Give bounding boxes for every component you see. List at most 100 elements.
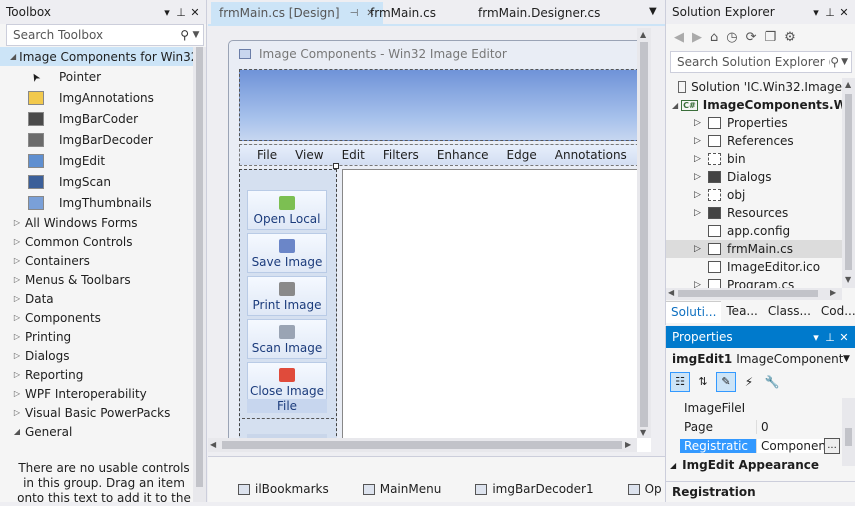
property-row[interactable]: Page 0 (666, 417, 842, 436)
toolbox-item[interactable]: ImgBarDecoder (0, 129, 193, 150)
toolbox-group[interactable]: ▷ Reporting (0, 365, 193, 384)
forward-icon[interactable]: ▶ (692, 30, 702, 45)
toolbox-group[interactable]: ▷ Visual Basic PowerPacks (0, 403, 193, 422)
toolbox-group[interactable]: ▷ WPF Interoperability (0, 384, 193, 403)
solution-item[interactable]: ▷ Dialogs (666, 168, 842, 186)
chevron-down-icon[interactable]: ▼ (649, 6, 657, 17)
properties-scrollbar[interactable] (842, 398, 855, 466)
dropdown-icon[interactable]: ▾ (809, 331, 823, 344)
home-icon[interactable]: ⌂ (710, 30, 718, 45)
toolbox-item[interactable]: ImgAnnotations (0, 87, 193, 108)
pin-icon[interactable]: ⊣ (350, 8, 359, 19)
toolbox-item[interactable]: ImgScan (0, 171, 193, 192)
solution-scrollbar[interactable]: ▲ ▼ (842, 78, 855, 288)
tab-frmmain-designer-cs[interactable]: frmMain.Designer.cs (470, 2, 608, 24)
toolbox-search-input[interactable]: Search Toolbox ⚲ ▼ (6, 24, 204, 46)
toolbox-group[interactable]: ▷ Dialogs (0, 346, 193, 365)
toolbox-scrollbar[interactable] (193, 47, 206, 502)
chevron-down-icon[interactable]: ▼ (841, 57, 848, 67)
toolbox-group[interactable]: ▷ Data (0, 289, 193, 308)
properties-icon[interactable]: ✎ (716, 372, 736, 392)
tab-solution-bottom[interactable]: Tea... (721, 301, 762, 323)
categorized-icon[interactable]: ☷ (670, 372, 690, 392)
scroll-up-icon[interactable]: ▲ (640, 30, 646, 39)
solution-item[interactable]: ▷ References (666, 132, 842, 150)
scroll-right-icon[interactable]: ▶ (625, 440, 631, 449)
form-menu-item[interactable]: Enhance (428, 148, 498, 162)
chevron-down-icon[interactable]: ▼ (189, 30, 203, 40)
dropdown-icon[interactable]: ▾ (160, 6, 174, 19)
toolbox-item[interactable]: ImgBarCoder (0, 108, 193, 129)
project-node[interactable]: ◢ C# ImageComponents.W (666, 96, 842, 114)
toolbox-group-expanded[interactable]: ◢ Image Components for Win32 (0, 47, 198, 66)
toolbox-group[interactable]: ▷ Containers (0, 251, 193, 270)
toolbox-group[interactable]: ▷ Printing (0, 327, 193, 346)
toolbox-item[interactable]: ImgEdit (0, 150, 193, 171)
form-menu-item[interactable]: Edge (498, 148, 546, 162)
properties-object-selector[interactable]: imgEdit1 ImageComponents.' ▼ (666, 348, 855, 370)
pin-icon[interactable]: ⊥ (174, 6, 188, 19)
tray-component[interactable]: Op (627, 482, 662, 496)
toolbox-group[interactable]: ▷ Components (0, 308, 193, 327)
toolbox-group[interactable]: ▷ Common Controls (0, 232, 193, 251)
events-icon[interactable]: ⚡ (739, 372, 759, 392)
tray-component[interactable]: MainMenu (362, 482, 441, 496)
solution-item[interactable]: ▷ Program.cs (666, 276, 842, 288)
form-menu-item[interactable]: View (286, 148, 332, 162)
side-button[interactable]: Open Local (247, 190, 327, 230)
close-icon[interactable]: ✕ (837, 6, 851, 19)
settings-icon[interactable]: ⚙ (784, 30, 796, 45)
property-pages-icon[interactable]: 🔧 (762, 372, 782, 392)
toolbox-item[interactable]: ➤ Pointer (0, 66, 193, 87)
close-icon[interactable]: ✕ (837, 331, 851, 344)
form-menu-item[interactable]: Annotations (546, 148, 636, 162)
design-scrollbar-vertical[interactable]: ▲ ▼ (637, 28, 651, 438)
img-edit-control[interactable] (342, 169, 651, 452)
pin-icon[interactable]: ⊥ (823, 6, 837, 19)
side-button[interactable]: Close Image (247, 362, 327, 402)
solution-item[interactable]: ▷ obj (666, 186, 842, 204)
solution-scrollbar-horizontal[interactable]: ◀ ▶ (666, 288, 842, 300)
tab-solution-bottom[interactable]: Soluti... (666, 301, 722, 323)
tab-frmmain-code[interactable]: frmMain.cs (362, 2, 444, 24)
chevron-down-icon[interactable]: ▼ (843, 354, 855, 364)
tray-component[interactable]: imgBarDecoder1 (475, 482, 594, 496)
ellipsis-button[interactable]: ... (824, 437, 840, 454)
toolbox-item[interactable]: ImgThumbnails (0, 192, 193, 213)
back-icon[interactable]: ◀ (674, 30, 684, 45)
alphabetical-icon[interactable]: ⇅ (693, 372, 713, 392)
solution-item[interactable]: ▷ Resources (666, 204, 842, 222)
solution-item[interactable]: ▷ bin (666, 150, 842, 168)
dropdown-icon[interactable]: ▾ (809, 6, 823, 19)
property-row[interactable]: ImageFileI (666, 398, 842, 417)
solution-item[interactable]: ImageEditor.ico (666, 258, 842, 276)
solution-search-input[interactable]: Search Solution Explorer (C ⚲ ▼ (670, 51, 852, 73)
scroll-left-icon[interactable]: ◀ (210, 440, 216, 449)
designer-form[interactable]: Image Components - Win32 Image Editor Fi… (228, 40, 651, 452)
form-menu-item[interactable]: Edit (333, 148, 374, 162)
solution-node[interactable]: Solution 'IC.Win32.Image (666, 78, 842, 96)
tab-frmmain-design[interactable]: frmMain.cs [Design] ⊣ ✕ (211, 2, 383, 24)
property-category[interactable]: ◢ ImgEdit Appearance (666, 455, 842, 475)
tray-component[interactable]: ilBookmarks (238, 482, 329, 496)
scroll-down-icon[interactable]: ▼ (640, 428, 646, 437)
toolbox-group-general[interactable]: ◢ General (0, 422, 193, 441)
history-icon[interactable]: ◷ (726, 30, 737, 45)
toolbox-group[interactable]: ▷ All Windows Forms (0, 213, 193, 232)
form-menu-item[interactable]: File (248, 148, 286, 162)
solution-item[interactable]: ▷ frmMain.cs (666, 240, 842, 258)
solution-item[interactable]: app.config (666, 222, 842, 240)
side-button[interactable]: Print Image (247, 276, 327, 316)
tab-solution-bottom[interactable]: Cod... (816, 301, 855, 323)
selection-handle[interactable] (333, 163, 339, 169)
close-icon[interactable]: ✕ (188, 6, 202, 19)
sync-icon[interactable]: ⟳ (746, 30, 757, 45)
property-row[interactable]: RegistraticComponent f... (666, 436, 842, 455)
side-button[interactable]: Scan Image (247, 319, 327, 359)
form-menu-item[interactable]: Filters (374, 148, 428, 162)
tab-solution-bottom[interactable]: Class... (763, 301, 816, 323)
pin-icon[interactable]: ⊥ (823, 331, 837, 344)
copy-icon[interactable]: ❐ (765, 30, 777, 45)
design-scrollbar-horizontal[interactable]: ◀ ▶ (208, 438, 637, 452)
side-button[interactable]: Save Image (247, 233, 327, 273)
